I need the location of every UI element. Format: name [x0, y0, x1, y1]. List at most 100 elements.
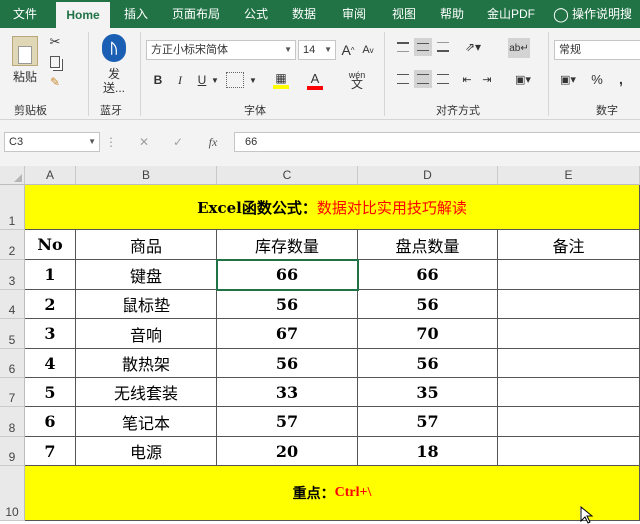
phonetic-guide-button[interactable]: wén 文	[346, 68, 368, 92]
tab-page-layout[interactable]: 页面布局	[162, 0, 230, 28]
tab-file[interactable]: 文件	[0, 0, 50, 28]
data-cell-no[interactable]: 5	[25, 378, 76, 407]
data-cell-no[interactable]: 6	[25, 407, 76, 437]
data-cell-no[interactable]: 4	[25, 349, 76, 378]
data-cell-product[interactable]: 鼠标垫	[76, 290, 217, 319]
sheet-footer-cell[interactable]: 重点： Ctrl+\	[25, 466, 640, 521]
number-format-select[interactable]: 常规	[554, 40, 640, 60]
data-cell-product[interactable]: 无线套装	[76, 378, 217, 407]
data-cell-no[interactable]: 3	[25, 319, 76, 349]
header-cell-notes[interactable]: 备注	[498, 230, 640, 260]
orientation-icon[interactable]: ⇗▾	[460, 38, 486, 56]
column-header-c[interactable]: C	[217, 166, 358, 185]
data-cell-stock[interactable]: 67	[217, 319, 358, 349]
data-cell-count[interactable]: 66	[358, 260, 498, 290]
data-cell-notes[interactable]	[498, 349, 640, 378]
paste-button[interactable]: 粘贴	[8, 68, 42, 84]
paste-icon[interactable]	[12, 36, 38, 66]
formula-input[interactable]: 66	[234, 132, 640, 152]
row-header-10[interactable]: 10	[0, 466, 25, 521]
tab-formulas[interactable]: 公式	[236, 0, 276, 28]
fill-color-button[interactable]: ▦	[270, 68, 292, 92]
bluetooth-icon[interactable]: ᚢ	[102, 34, 126, 62]
data-cell-count[interactable]: 18	[358, 437, 498, 466]
confirm-entry-icon[interactable]: ✓	[168, 133, 188, 151]
tab-kingsoft-pdf[interactable]: 金山PDF	[480, 0, 542, 28]
data-cell-count[interactable]: 56	[358, 349, 498, 378]
data-cell-stock[interactable]: 57	[217, 407, 358, 437]
percent-button[interactable]: %	[588, 70, 606, 88]
insert-function-icon[interactable]: fx	[202, 133, 224, 151]
data-cell-stock[interactable]: 20	[217, 437, 358, 466]
data-cell-notes[interactable]	[498, 407, 640, 437]
row-header-6[interactable]: 6	[0, 349, 25, 378]
decrease-indent-icon[interactable]: ⇤	[458, 70, 476, 88]
tab-review[interactable]: 审阅	[332, 0, 376, 28]
bluetooth-send-label-2[interactable]: 送...	[96, 80, 132, 95]
align-bottom-icon[interactable]	[434, 38, 452, 56]
align-center-icon[interactable]	[414, 70, 432, 88]
borders-icon[interactable]	[226, 72, 244, 88]
row-header-7[interactable]: 7	[0, 378, 25, 407]
data-cell-stock[interactable]: 66	[217, 260, 358, 290]
name-box[interactable]: C3 ▼	[4, 132, 100, 152]
increase-indent-icon[interactable]: ⇥	[478, 70, 496, 88]
data-cell-count[interactable]: 56	[358, 290, 498, 319]
currency-icon[interactable]: ▣▾	[556, 70, 580, 88]
data-cell-count[interactable]: 57	[358, 407, 498, 437]
increase-font-button[interactable]: A ^	[340, 40, 356, 60]
row-header-2[interactable]: 2	[0, 230, 25, 260]
column-header-e[interactable]: E	[498, 166, 640, 185]
row-header-4[interactable]: 4	[0, 290, 25, 319]
data-cell-product[interactable]: 笔记本	[76, 407, 217, 437]
column-header-d[interactable]: D	[358, 166, 498, 185]
decrease-font-button[interactable]: Av	[360, 40, 376, 60]
chevron-down-icon[interactable]: ▼	[210, 70, 220, 90]
header-cell-stock[interactable]: 库存数量	[217, 230, 358, 260]
align-left-icon[interactable]	[394, 70, 412, 88]
data-cell-product[interactable]: 音响	[76, 319, 217, 349]
cancel-entry-icon[interactable]: ✕	[134, 133, 154, 151]
row-header-8[interactable]: 8	[0, 407, 25, 437]
row-header-5[interactable]: 5	[0, 319, 25, 349]
drag-handle-icon[interactable]: ⋮	[105, 133, 117, 151]
header-cell-count[interactable]: 盘点数量	[358, 230, 498, 260]
data-cell-no[interactable]: 1	[25, 260, 76, 290]
row-header-1[interactable]: 1	[0, 185, 25, 230]
data-cell-notes[interactable]	[498, 437, 640, 466]
italic-button[interactable]: I	[172, 70, 188, 90]
wrap-text-icon[interactable]: ab↵	[508, 38, 530, 58]
data-cell-stock[interactable]: 33	[217, 378, 358, 407]
tab-data[interactable]: 数据	[282, 0, 326, 28]
format-painter-icon[interactable]: ✎	[46, 74, 64, 90]
font-size-select[interactable]: 14 ▼	[298, 40, 336, 60]
chevron-down-icon[interactable]: ▼	[248, 72, 258, 88]
data-cell-no[interactable]: 7	[25, 437, 76, 466]
font-name-select[interactable]: 方正小标宋简体 ▼	[146, 40, 296, 60]
bold-button[interactable]: B	[150, 70, 166, 90]
copy-icon[interactable]	[46, 54, 64, 70]
data-cell-product[interactable]: 键盘	[76, 260, 217, 290]
select-all-corner[interactable]	[0, 166, 25, 185]
data-cell-stock[interactable]: 56	[217, 290, 358, 319]
font-color-button[interactable]: A	[304, 68, 326, 92]
align-top-icon[interactable]	[394, 38, 412, 56]
tab-home[interactable]: Home	[56, 2, 110, 28]
align-middle-icon[interactable]	[414, 38, 432, 56]
tab-help[interactable]: 帮助	[430, 0, 474, 28]
data-cell-stock[interactable]: 56	[217, 349, 358, 378]
tab-insert[interactable]: 插入	[114, 0, 158, 28]
row-header-9[interactable]: 9	[0, 437, 25, 466]
header-cell-product[interactable]: 商品	[76, 230, 217, 260]
data-cell-product[interactable]: 电源	[76, 437, 217, 466]
underline-button[interactable]: U	[194, 70, 210, 90]
data-cell-count[interactable]: 35	[358, 378, 498, 407]
column-header-b[interactable]: B	[76, 166, 217, 185]
data-cell-notes[interactable]	[498, 290, 640, 319]
header-cell-no[interactable]: No	[25, 230, 76, 260]
data-cell-notes[interactable]	[498, 260, 640, 290]
data-cell-notes[interactable]	[498, 378, 640, 407]
tab-view[interactable]: 视图	[382, 0, 426, 28]
data-cell-no[interactable]: 2	[25, 290, 76, 319]
merge-center-icon[interactable]: ▣▾	[508, 70, 538, 88]
